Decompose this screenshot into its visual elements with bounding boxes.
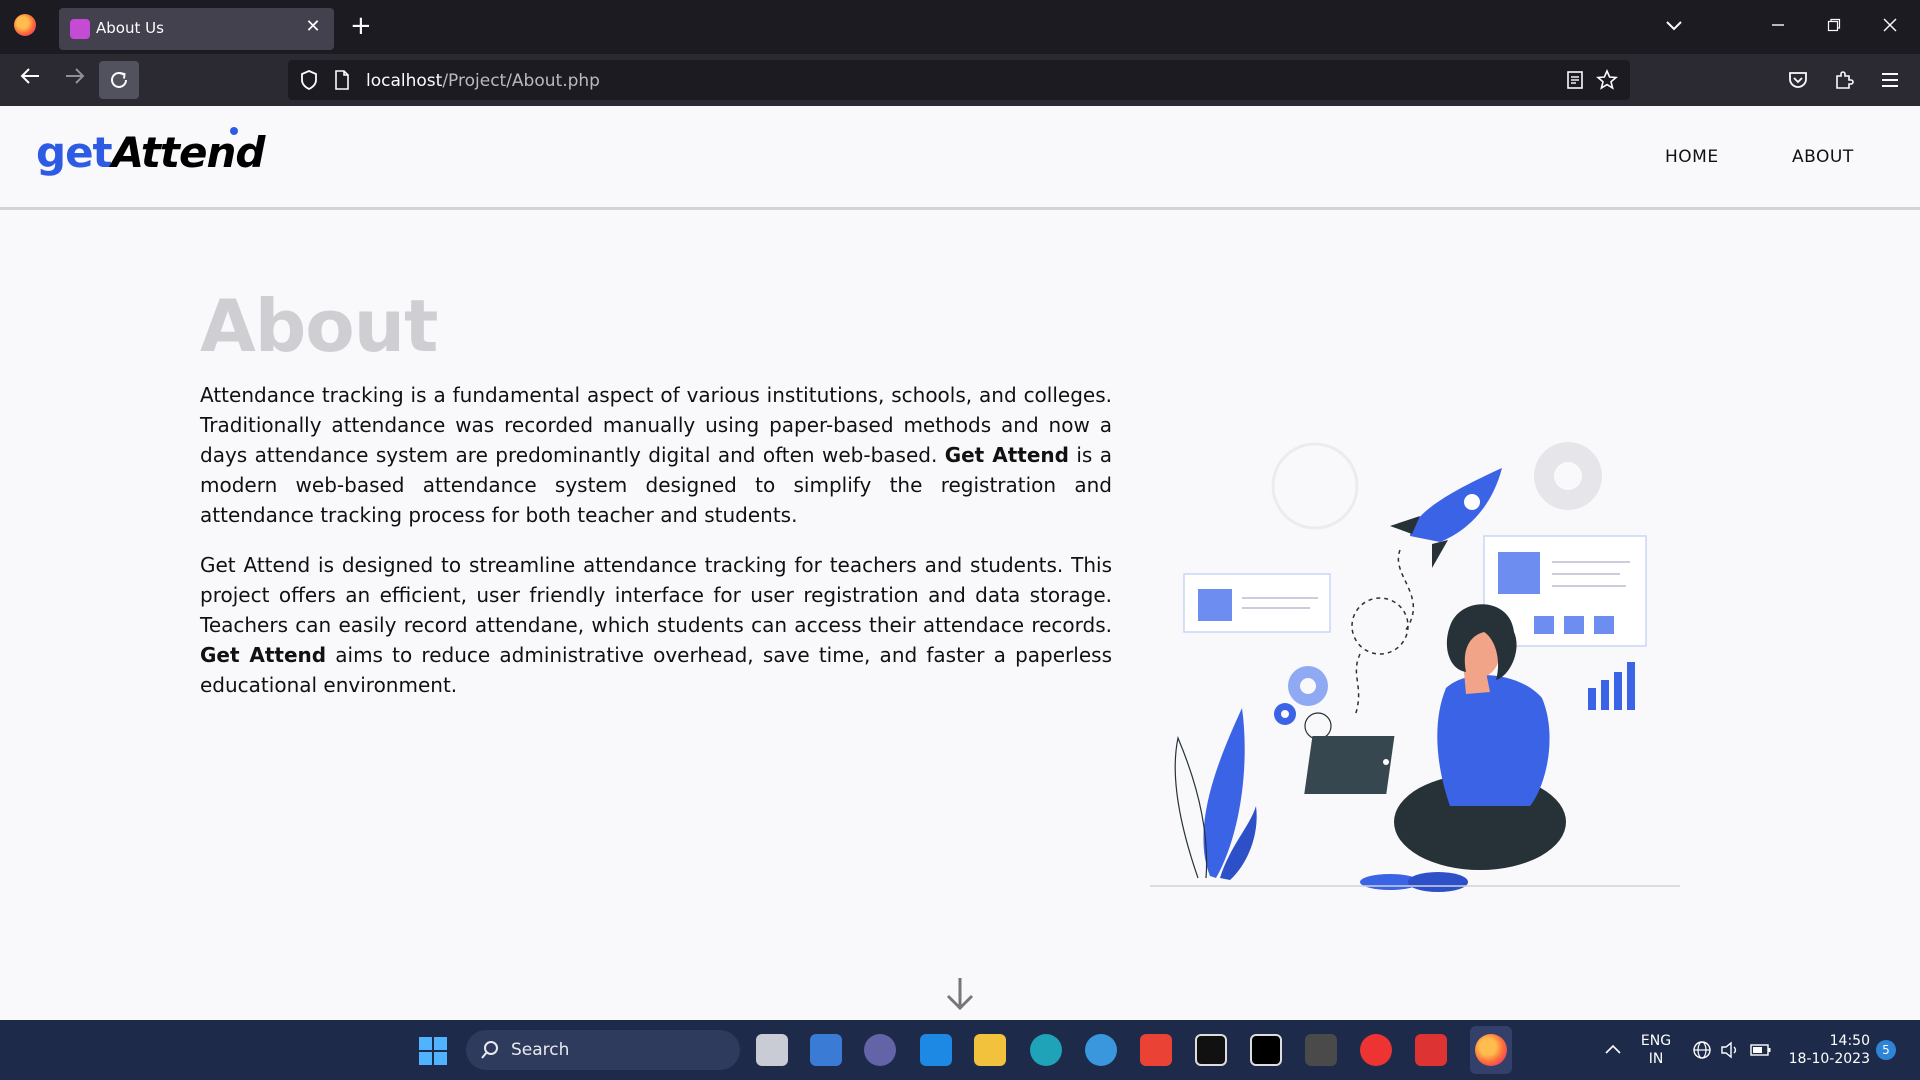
clock[interactable]: 14:50 18-10-2023 — [1786, 1032, 1870, 1068]
pocket-icon[interactable] — [1787, 69, 1809, 91]
page-content: getAttend HOME ABOUT About Attendance tr… — [0, 106, 1920, 1020]
p2-bold: Get Attend — [200, 643, 327, 667]
p1-bold: Get Attend — [944, 443, 1069, 467]
about-paragraph-1: Attendance tracking is a fundamental asp… — [200, 380, 1112, 530]
tab-title: About Us — [96, 19, 164, 37]
page-info-icon[interactable] — [332, 69, 352, 91]
browser-tab-bar: About Us ✕ + — [0, 0, 1920, 54]
clock-time: 14:50 — [1829, 1033, 1870, 1049]
taskbar-search-box[interactable]: Search — [466, 1030, 740, 1070]
safari-like-app-icon[interactable] — [1085, 1034, 1117, 1066]
url-text[interactable]: localhost/Project/About.php — [366, 71, 600, 91]
search-icon — [481, 1041, 498, 1059]
list-all-tabs-icon[interactable] — [1662, 14, 1686, 38]
reader-view-icon[interactable] — [1565, 70, 1585, 90]
gmail-icon[interactable] — [1140, 1034, 1172, 1066]
notification-badge[interactable]: 5 — [1876, 1040, 1896, 1060]
extensions-icon[interactable] — [1833, 69, 1855, 91]
search-label: Search — [511, 1040, 570, 1060]
bookmark-star-icon[interactable] — [1596, 69, 1618, 91]
widgets-icon[interactable] — [810, 1034, 842, 1066]
windows-taskbar: Search ENG IN 14:50 18-10-2023 5 — [0, 1020, 1920, 1080]
language-line-2: IN — [1648, 1051, 1664, 1067]
minimize-button[interactable] — [1760, 12, 1796, 42]
language-indicator[interactable]: ENG IN — [1636, 1032, 1676, 1068]
p2-text-a: Get Attend is designed to streamline att… — [200, 553, 1112, 637]
tab-close-button[interactable]: ✕ — [302, 16, 324, 37]
terminal-icon[interactable] — [1195, 1034, 1227, 1066]
browser-tab-active[interactable]: About Us ✕ — [59, 8, 334, 50]
task-view-icon[interactable] — [756, 1034, 788, 1066]
close-window-button[interactable] — [1872, 12, 1908, 42]
reload-icon — [111, 71, 127, 88]
about-paragraph-2: Get Attend is designed to streamline att… — [200, 550, 1112, 700]
battery-icon[interactable] — [1750, 1041, 1772, 1059]
tab-favicon-icon — [70, 19, 90, 39]
windows-start-icon[interactable] — [418, 1036, 448, 1066]
nav-home-link[interactable]: HOME — [1665, 147, 1719, 167]
site-logo[interactable]: getAttend — [36, 128, 266, 177]
firefox-menu-icon[interactable] — [14, 14, 36, 36]
clock-date: 18-10-2023 — [1788, 1051, 1870, 1067]
nav-about-link[interactable]: ABOUT — [1792, 147, 1854, 167]
sublime-text-icon[interactable] — [1305, 1034, 1337, 1066]
network-icon[interactable] — [1692, 1040, 1712, 1060]
site-header: getAttend HOME ABOUT — [0, 106, 1920, 210]
app-icon-red[interactable] — [1360, 1034, 1392, 1066]
address-bar[interactable]: localhost/Project/About.php — [288, 60, 1630, 100]
intellij-icon[interactable] — [1250, 1034, 1282, 1066]
shield-icon[interactable] — [298, 69, 320, 91]
file-explorer-icon[interactable] — [974, 1034, 1006, 1066]
browser-nav-bar: localhost/Project/About.php — [0, 54, 1920, 106]
scroll-down-arrow-icon[interactable] — [940, 974, 980, 1014]
teams-chat-icon[interactable] — [864, 1034, 896, 1066]
reload-button[interactable] — [99, 61, 139, 99]
show-hidden-icons-icon[interactable] — [1604, 1042, 1622, 1056]
firefox-icon[interactable] — [1475, 1034, 1507, 1066]
person-with-laptop — [1304, 604, 1566, 892]
vscode-icon[interactable] — [920, 1034, 952, 1066]
logo-dot — [230, 127, 238, 135]
app-menu-icon[interactable] — [1879, 70, 1901, 90]
creative-cloud-icon[interactable] — [1415, 1034, 1447, 1066]
edge-icon[interactable] — [1030, 1034, 1062, 1066]
restore-button[interactable] — [1816, 12, 1852, 42]
language-line-1: ENG — [1640, 1033, 1672, 1049]
volume-icon[interactable] — [1720, 1040, 1740, 1060]
about-illustration — [1150, 442, 1680, 892]
forward-button[interactable] — [60, 65, 90, 95]
new-tab-button[interactable]: + — [350, 11, 372, 41]
page-title: About — [200, 284, 438, 368]
logo-text-attend: Attend — [111, 128, 266, 177]
p2-text-b: aims to reduce administrative overhead, … — [200, 643, 1112, 697]
bar-chart-icon — [1588, 688, 1596, 710]
clock-outline — [1271, 442, 1359, 530]
logo-text-get: get — [36, 128, 113, 177]
back-button[interactable] — [15, 65, 45, 95]
